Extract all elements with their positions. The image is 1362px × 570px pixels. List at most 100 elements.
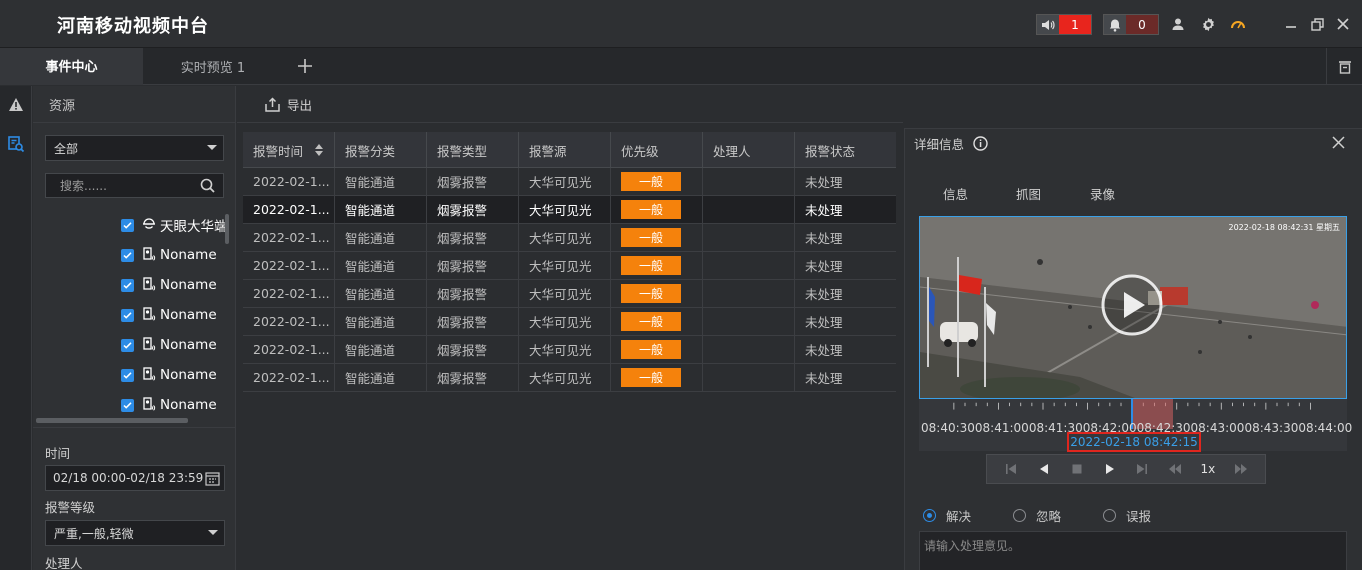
column-handler[interactable]: 处理人 xyxy=(703,132,795,168)
playback-speed[interactable]: 1x xyxy=(1199,460,1217,478)
video-player[interactable]: 2022-02-18 08:42:31 星期五 xyxy=(919,216,1347,399)
skip-to-start-icon[interactable] xyxy=(1002,460,1020,478)
option-ignore[interactable]: 忽略 xyxy=(1013,506,1061,525)
performance-gauge-icon[interactable] xyxy=(1228,14,1248,34)
timeline-label: 08:43:30 xyxy=(1244,421,1299,435)
checkbox[interactable] xyxy=(121,368,134,382)
checkbox[interactable] xyxy=(121,398,134,412)
option-false-alarm[interactable]: 误报 xyxy=(1103,506,1151,525)
gear-icon[interactable] xyxy=(1198,14,1218,34)
tree-item[interactable]: Noname xyxy=(121,330,217,360)
tab-snapshot[interactable]: 抓图 xyxy=(1016,184,1041,203)
alarm-level-select[interactable]: 严重,一般,轻微 xyxy=(45,520,225,546)
sound-alarm-badge[interactable]: 1 xyxy=(1036,14,1092,35)
tree-vertical-scrollbar[interactable] xyxy=(225,214,229,244)
title-bar: 河南移动视频中台 1 0 xyxy=(0,0,1362,48)
resource-filter-select[interactable]: 全部 xyxy=(45,135,224,161)
tree-item[interactable]: Noname xyxy=(121,270,217,300)
info-icon[interactable] xyxy=(973,135,988,151)
table-row[interactable]: 2022-02-1... 智能通道 烟雾报警 大华可见光 一般 未处理 xyxy=(243,280,896,308)
tree-item[interactable]: 天眼大华端 xyxy=(121,210,228,240)
resource-search[interactable] xyxy=(45,173,224,198)
tree-item[interactable]: Noname xyxy=(121,240,217,270)
slow-down-icon[interactable] xyxy=(1166,460,1184,478)
cell-alarm-category: 智能通道 xyxy=(335,168,427,195)
checkbox[interactable] xyxy=(121,308,134,322)
calendar-icon[interactable] xyxy=(205,471,220,489)
search-icon[interactable] xyxy=(200,178,215,196)
priority-badge: 一般 xyxy=(621,172,681,191)
cell-alarm-status: 未处理 xyxy=(805,231,843,246)
clear-tabs-icon[interactable] xyxy=(1326,48,1362,85)
checkbox[interactable] xyxy=(121,278,134,292)
tree-horizontal-scrollbar[interactable] xyxy=(36,418,188,423)
column-priority[interactable]: 优先级 xyxy=(611,132,703,168)
tab-info[interactable]: 信息 xyxy=(943,184,968,203)
tab-event-center[interactable]: 事件中心 xyxy=(0,48,143,85)
alarm-level-label: 报警等级 xyxy=(45,500,96,515)
cell-alarm-source: 大华可见光 xyxy=(519,224,611,251)
sound-count: 1 xyxy=(1059,15,1091,34)
cell-priority: 一般 xyxy=(611,280,703,307)
tree-item[interactable]: Noname xyxy=(121,390,217,420)
radio-button[interactable] xyxy=(1013,509,1026,522)
tree-item[interactable]: Noname xyxy=(121,300,217,330)
checkbox[interactable] xyxy=(121,338,134,352)
close-icon[interactable] xyxy=(1333,14,1353,34)
tab-recording[interactable]: 录像 xyxy=(1090,184,1115,203)
export-button[interactable]: 导出 xyxy=(264,95,312,114)
tab-live-preview[interactable]: 实时预览 1 xyxy=(143,48,283,85)
table-row[interactable]: 2022-02-1... 智能通道 烟雾报警 大华可见光 一般 未处理 xyxy=(243,224,896,252)
event-search-icon[interactable] xyxy=(0,128,32,160)
alarm-badge[interactable]: 0 xyxy=(1103,14,1159,35)
column-alarm-time[interactable]: 报警时间 xyxy=(243,132,335,168)
table-row[interactable]: 2022-02-1... 智能通道 烟雾报警 大华可见光 一般 未处理 xyxy=(243,196,896,224)
resource-search-input[interactable] xyxy=(46,174,196,197)
speed-up-icon[interactable] xyxy=(1232,460,1250,478)
column-alarm-status[interactable]: 报警状态 xyxy=(795,132,896,168)
table-row[interactable]: 2022-02-1... 智能通道 烟雾报警 大华可见光 一般 未处理 xyxy=(243,364,896,392)
event-list-panel: 导出 报警时间 报警分类 报警类型 报警源 优先级 处理人 报警状态 2022-… xyxy=(237,86,903,570)
current-playback-time: 2022-02-18 08:42:15 xyxy=(1067,432,1201,452)
opinion-input[interactable] xyxy=(920,532,1346,570)
camera-channel-icon xyxy=(142,306,156,324)
warning-icon[interactable] xyxy=(0,88,32,120)
add-tab-icon[interactable] xyxy=(293,54,317,78)
column-alarm-source[interactable]: 报警源 xyxy=(519,132,611,168)
resource-filter-value: 全部 xyxy=(54,141,79,156)
option-label: 忽略 xyxy=(1036,509,1062,524)
play-icon[interactable] xyxy=(1101,460,1119,478)
cell-alarm-type: 烟雾报警 xyxy=(427,196,519,223)
tree-item[interactable]: Noname xyxy=(121,360,217,390)
skip-to-end-icon[interactable] xyxy=(1133,460,1151,478)
table-row[interactable]: 2022-02-1... 智能通道 烟雾报警 大华可见光 一般 未处理 xyxy=(243,336,896,364)
tree-item-label: Noname xyxy=(160,277,217,293)
playback-controls: 1x xyxy=(986,454,1266,484)
sort-icon[interactable] xyxy=(315,144,324,156)
resource-panel: 资源 全部 天眼大华端 Noname Noname Noname xyxy=(33,86,236,570)
column-alarm-type[interactable]: 报警类型 xyxy=(427,132,519,168)
time-range-field[interactable]: 02/18 00:00-02/18 23:59 xyxy=(45,465,225,491)
cell-alarm-type: 烟雾报警 xyxy=(427,364,519,391)
table-row[interactable]: 2022-02-1... 智能通道 烟雾报警 大华可见光 一般 未处理 xyxy=(243,252,896,280)
cell-alarm-status: 未处理 xyxy=(805,371,843,386)
option-resolve[interactable]: 解决 xyxy=(923,506,971,525)
radio-button[interactable] xyxy=(1103,509,1116,522)
alarm-table: 报警时间 报警分类 报警类型 报警源 优先级 处理人 报警状态 2022-02-… xyxy=(243,132,896,392)
stop-icon[interactable] xyxy=(1068,460,1086,478)
table-row[interactable]: 2022-02-1... 智能通道 烟雾报警 大华可见光 一般 未处理 xyxy=(243,168,896,196)
cell-alarm-category: 智能通道 xyxy=(335,364,427,391)
checkbox[interactable] xyxy=(121,218,134,232)
play-backward-icon[interactable] xyxy=(1035,460,1053,478)
minimize-icon[interactable] xyxy=(1281,14,1301,34)
cell-alarm-time: 2022-02-1... xyxy=(243,196,335,223)
restore-icon[interactable] xyxy=(1307,14,1327,34)
table-row[interactable]: 2022-02-1... 智能通道 烟雾报警 大华可见光 一般 未处理 xyxy=(243,308,896,336)
column-alarm-category[interactable]: 报警分类 xyxy=(335,132,427,168)
cell-alarm-source: 大华可见光 xyxy=(519,168,611,195)
radio-button[interactable] xyxy=(923,509,936,522)
user-icon[interactable] xyxy=(1168,14,1188,34)
close-detail-icon[interactable] xyxy=(1332,136,1345,149)
speaker-icon xyxy=(1037,15,1059,34)
checkbox[interactable] xyxy=(121,248,134,262)
